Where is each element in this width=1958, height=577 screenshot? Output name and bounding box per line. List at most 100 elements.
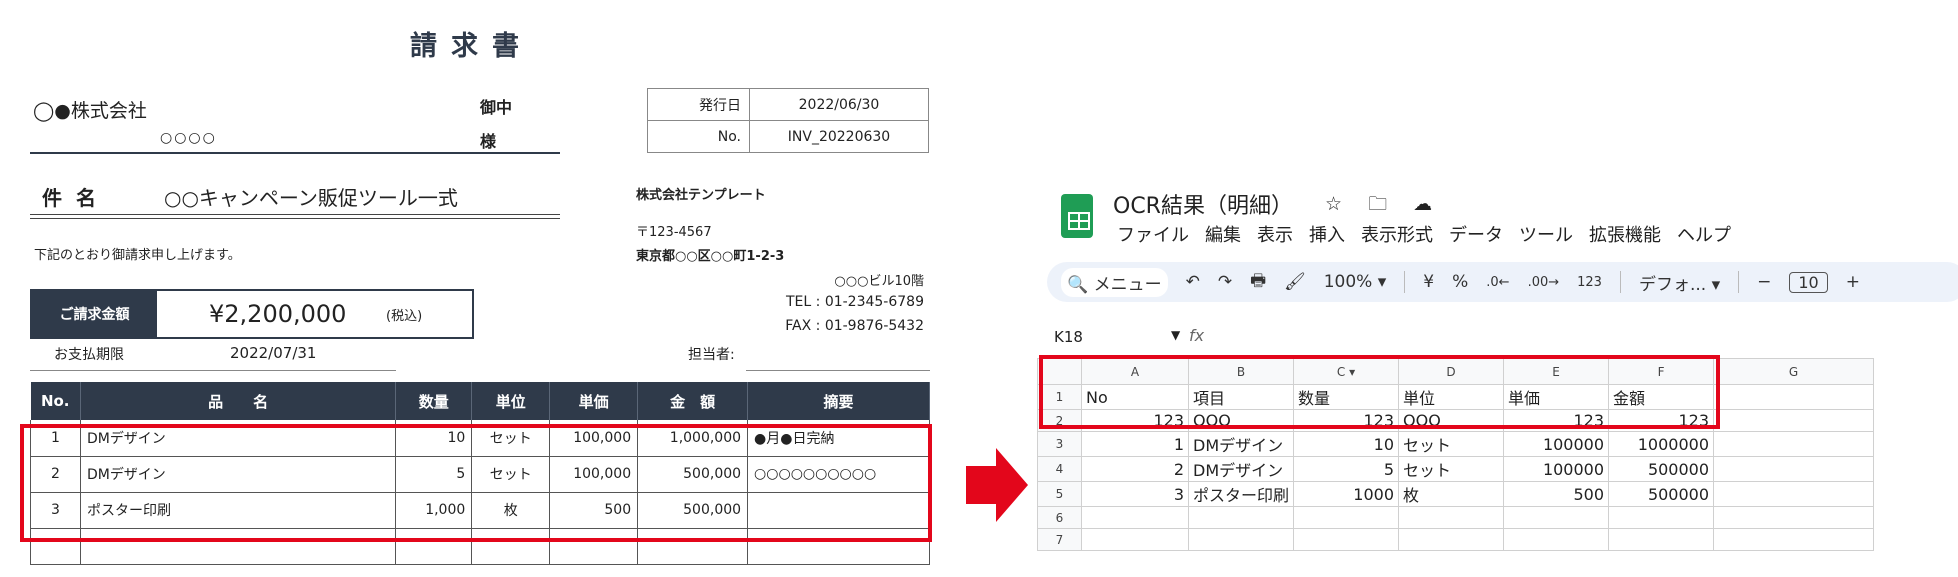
- grid-cell[interactable]: [1293, 506, 1400, 529]
- grid-cell[interactable]: 1000: [1293, 481, 1400, 507]
- client-contact: ○○○○: [160, 130, 217, 146]
- document-title[interactable]: OCR結果（明細）: [1113, 188, 1293, 220]
- honorific-person: 様: [480, 132, 497, 151]
- col-header-price: 単価: [549, 382, 639, 420]
- menu-view[interactable]: 表示: [1257, 221, 1293, 247]
- grid-cell[interactable]: DMデザイン: [1187, 431, 1295, 457]
- grid-cell[interactable]: [1713, 384, 1875, 410]
- menu-help[interactable]: ヘルプ: [1677, 221, 1731, 247]
- grid-cell[interactable]: 枚: [1398, 481, 1505, 507]
- grid-cell[interactable]: 5: [1293, 456, 1400, 482]
- menu-insert[interactable]: 挿入: [1309, 221, 1345, 247]
- menu-extensions[interactable]: 拡張機能: [1589, 221, 1661, 247]
- due-date: 2022/07/31: [230, 344, 317, 362]
- subject-label: 件名: [42, 186, 110, 210]
- table-header-row: No. 品 名 数量 単位 単価 金 額 摘要: [30, 382, 930, 420]
- menu-edit[interactable]: 編集: [1205, 221, 1241, 247]
- grid-cell[interactable]: 10: [1293, 431, 1400, 457]
- row-header[interactable]: 3: [1037, 431, 1082, 457]
- grid-cell[interactable]: [1187, 506, 1295, 529]
- title-action-icons[interactable]: ☆ 🗀 ☁: [1325, 190, 1442, 222]
- issue-date-value: 2022/06/30: [749, 88, 929, 121]
- grid-cell[interactable]: [1713, 431, 1875, 457]
- table-row: 6: [1037, 506, 1875, 529]
- grid-cell[interactable]: [1293, 528, 1400, 551]
- col-header-item: 品 名: [80, 382, 397, 420]
- grid-cell[interactable]: [1187, 528, 1295, 551]
- menu-format[interactable]: 表示形式: [1361, 221, 1433, 247]
- print-icon[interactable]: 🖶: [1250, 268, 1266, 297]
- grid-cell[interactable]: 500000: [1608, 456, 1715, 482]
- grid-cell[interactable]: [1398, 506, 1505, 529]
- grid-cell[interactable]: [1398, 528, 1505, 551]
- divider: [746, 370, 930, 371]
- grid-cell[interactable]: 500: [1503, 481, 1610, 507]
- grid-cell[interactable]: 1000000: [1608, 431, 1715, 457]
- grid-cell[interactable]: 500000: [1608, 481, 1715, 507]
- grid-cell[interactable]: 1: [1081, 431, 1189, 457]
- row-header[interactable]: 5: [1037, 481, 1082, 507]
- row-header[interactable]: 7: [1037, 528, 1082, 551]
- table-row: 3 1 DMデザイン 10 セット 100000 1000000: [1037, 431, 1875, 457]
- due-label: お支払期限: [54, 347, 124, 363]
- grid-cell[interactable]: DMデザイン: [1187, 456, 1295, 482]
- decrease-font-size-button[interactable]: −: [1757, 272, 1771, 292]
- grid-cell[interactable]: セット: [1398, 431, 1505, 457]
- grid-cell[interactable]: [1713, 456, 1875, 482]
- increase-decimal-button[interactable]: .00→: [1528, 275, 1560, 290]
- sheets-logo-icon[interactable]: [1061, 194, 1093, 238]
- grid-cell[interactable]: 2: [1081, 456, 1189, 482]
- column-header-g[interactable]: G: [1713, 358, 1875, 385]
- invoice-document: 請求書 ◯●株式会社 ○○○○ 御中 様 発行日 2022/06/30 No. IN…: [0, 0, 960, 577]
- grid-cell[interactable]: [1081, 506, 1189, 529]
- right-arrow-icon: [966, 448, 1028, 522]
- amount-label: ご請求金額: [32, 291, 157, 337]
- grid-cell[interactable]: [1081, 528, 1189, 551]
- grid-cell[interactable]: 100000: [1503, 431, 1610, 457]
- menu-tools[interactable]: ツール: [1519, 221, 1573, 247]
- more-formats-button[interactable]: 123: [1577, 275, 1602, 290]
- grid-cell[interactable]: [1713, 506, 1875, 529]
- subject-value: ○○キャンペーン販促ツール一式: [164, 186, 458, 210]
- amount-box: ご請求金額 ¥2,200,000 (税込): [30, 289, 474, 339]
- row-header[interactable]: 6: [1037, 506, 1082, 529]
- grid-cell[interactable]: 3: [1081, 481, 1189, 507]
- currency-format-button[interactable]: ¥: [1423, 272, 1434, 292]
- grid-cell[interactable]: セット: [1398, 456, 1505, 482]
- undo-icon[interactable]: ↶: [1186, 272, 1200, 292]
- issuer-company: 株式会社テンプレート: [636, 188, 766, 203]
- grid-cell[interactable]: [1713, 528, 1875, 551]
- increase-font-size-button[interactable]: +: [1846, 272, 1860, 292]
- row-header[interactable]: 4: [1037, 456, 1082, 482]
- menu-data[interactable]: データ: [1449, 221, 1503, 247]
- grid-cell[interactable]: [1608, 528, 1715, 551]
- table-row: 5 3 ポスター印刷 1000 枚 500 500000: [1037, 481, 1875, 507]
- zoom-select[interactable]: 100% ▾: [1324, 272, 1387, 292]
- amount-value: ¥2,200,000: [209, 300, 347, 328]
- font-size-input[interactable]: 10: [1789, 271, 1828, 293]
- tax-note: (税込): [386, 308, 423, 324]
- menu-file[interactable]: ファイル: [1117, 221, 1189, 247]
- paint-format-icon[interactable]: 🖌: [1284, 272, 1306, 292]
- grid-cell[interactable]: [1608, 506, 1715, 529]
- name-box[interactable]: K18: [1054, 328, 1083, 346]
- grid-cell[interactable]: 100000: [1503, 456, 1610, 482]
- decrease-decimal-button[interactable]: .0←: [1486, 275, 1509, 290]
- toolbar-divider: [1619, 271, 1621, 293]
- percent-format-button[interactable]: %: [1452, 272, 1468, 292]
- grid-cell[interactable]: [1503, 506, 1610, 529]
- formula-icon: fx: [1189, 326, 1205, 345]
- redo-icon[interactable]: ↷: [1218, 272, 1232, 292]
- invoice-title: 請求書: [410, 31, 533, 62]
- grid-cell[interactable]: ポスター印刷: [1187, 481, 1295, 507]
- issue-info-table: 発行日 2022/06/30 No. INV_20220630: [647, 88, 929, 153]
- grid-cell[interactable]: [1503, 528, 1610, 551]
- grid-cell[interactable]: [1713, 481, 1875, 507]
- grid-cell[interactable]: [1713, 409, 1875, 432]
- menu-search-button[interactable]: 🔍 メニュー: [1061, 267, 1168, 297]
- col-header-unit: 単位: [471, 382, 551, 420]
- menu-bar: ファイル 編集 表示 挿入 表示形式 データ ツール 拡張機能 ヘルプ: [1117, 221, 1731, 247]
- chevron-down-icon[interactable]: ▼: [1171, 328, 1180, 342]
- font-select[interactable]: デフォ... ▾: [1639, 270, 1720, 295]
- spreadsheet-window: OCR結果（明細） ☆ 🗀 ☁ ファイル 編集 表示 挿入 表示形式 データ ツ…: [1037, 178, 1958, 577]
